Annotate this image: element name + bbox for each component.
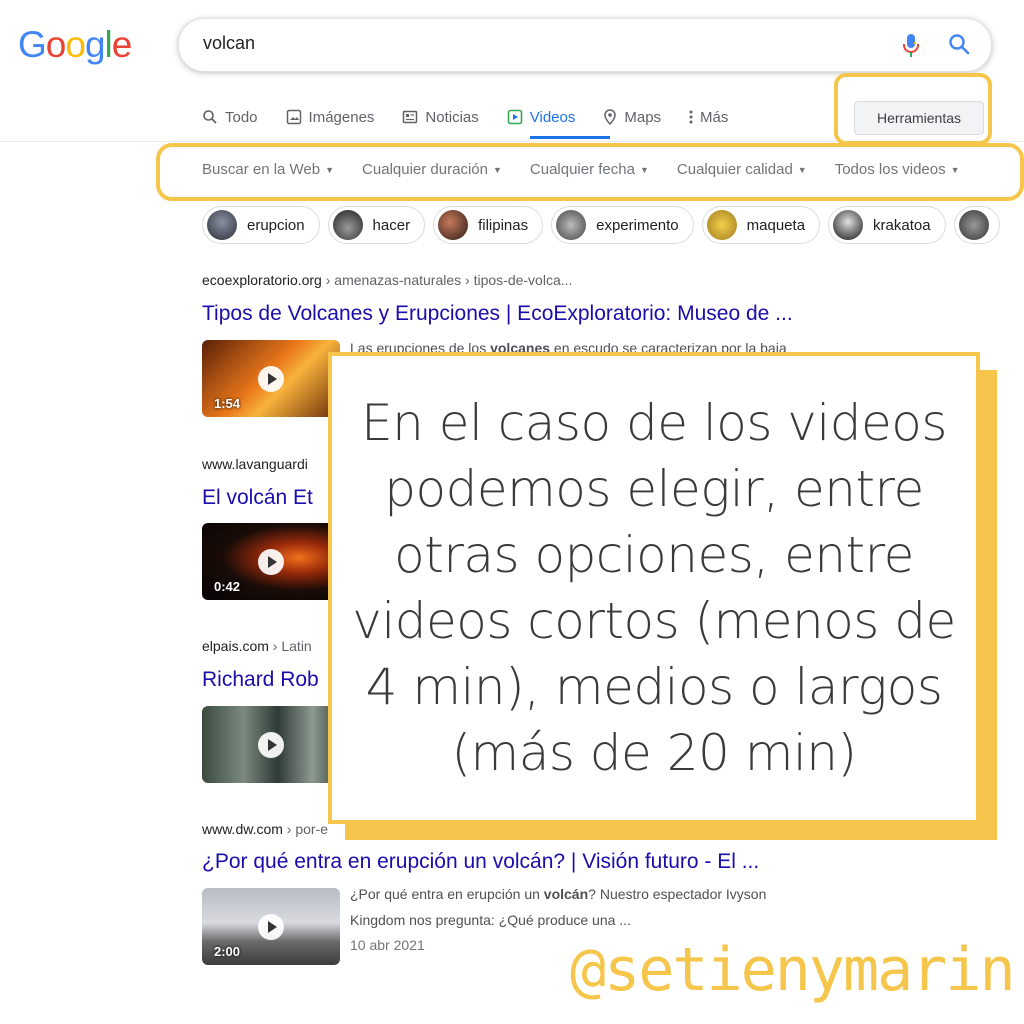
tab-noticias[interactable]: Noticias [402,106,479,128]
tab-todo[interactable]: Todo [202,106,258,128]
result-domain: elpais.com [202,638,269,654]
video-duration: 1:54 [214,396,241,411]
more-vertical-icon [689,110,693,124]
video-thumbnail[interactable] [202,706,340,783]
result-path: › por-e [282,821,329,837]
map-pin-icon [604,109,617,125]
search-tabs: Todo Imágenes Noticias Videos Maps Más [202,106,756,128]
result-snippet: ¿Por qué entra en erupción un volcán? Nu… [350,881,850,933]
google-logo[interactable]: Google [18,24,133,66]
related-chips: erupcion hacer filipinas experimento maq… [202,206,1000,244]
video-thumbnail[interactable]: 0:42 [202,523,340,600]
highlight-frame-filters [156,143,1024,201]
result-citation: elpais.com › Latin [202,638,312,654]
result-title-link[interactable]: ¿Por qué entra en erupción un volcán? | … [202,850,759,874]
tab-label: Maps [624,108,662,126]
snippet-text: ? Nuestro espectador Ivyson [588,886,767,902]
chip-thumbnail [833,210,864,240]
microphone-icon[interactable] [899,32,923,58]
logo-letter: g [84,24,106,65]
chip-label: maqueta [746,216,806,234]
result-domain: www.dw.com [202,821,283,837]
search-icon[interactable] [947,32,971,56]
chip-label: krakatoa [873,216,931,234]
chip-hacer[interactable]: hacer [327,206,426,244]
result-title-link[interactable]: Richard Rob [202,668,319,692]
tab-maps[interactable]: Maps [603,106,661,128]
result-citation: www.dw.com › por-e [202,821,328,837]
highlight-frame-tools [834,73,992,145]
chip-label: erupcion [247,216,305,234]
tab-videos[interactable]: Videos [507,106,576,128]
search-input[interactable]: volcan [203,33,255,54]
logo-letter: l [104,24,113,65]
chip-thumbnail [958,210,989,240]
chip-krakatoa[interactable]: krakatoa [828,206,946,244]
tab-imagenes[interactable]: Imágenes [286,106,375,128]
chip-thumbnail [706,210,737,240]
tab-label: Más [700,108,729,126]
active-tab-indicator [530,136,610,139]
play-icon [258,366,284,392]
tab-label: Todo [225,108,258,126]
overlay-card: En el caso de los videos podemos elegir,… [328,352,980,824]
snippet-text: Kingdom nos pregunta: ¿Qué produce una .… [350,912,631,928]
result-title-link[interactable]: Tipos de Volcanes y Erupciones | EcoExpl… [202,302,793,326]
author-handle: @setienymarin [570,935,1016,1005]
chip-partial[interactable] [953,206,1000,244]
chip-label: hacer [372,216,411,234]
overlay-caption: En el caso de los videos podemos elegir,… [352,394,956,782]
tab-label: Noticias [425,108,479,126]
video-icon [507,109,523,125]
video-thumbnail[interactable]: 2:00 [202,888,340,965]
chip-label: experimento [596,216,679,234]
news-icon [403,110,418,124]
video-thumbnail[interactable]: 1:54 [202,340,340,417]
chip-erupcion[interactable]: erupcion [202,206,320,244]
logo-letter: e [111,24,133,65]
play-icon [258,549,284,575]
result-citation: www.lavanguardi [202,456,308,472]
image-icon [286,109,301,125]
snippet-text: ¿Por qué entra en erupción un [350,886,544,902]
logo-letter: G [18,24,47,65]
logo-letter: o [45,24,67,65]
search-icon [203,110,217,124]
result-domain: www.lavanguardi [202,456,308,472]
result-citation: ecoexploratorio.org › amenazas-naturales… [202,272,572,288]
chip-maqueta[interactable]: maqueta [701,206,821,244]
chip-thumbnail [556,210,587,240]
result-date: 10 abr 2021 [350,937,425,953]
chip-filipinas[interactable]: filipinas [433,206,544,244]
video-duration: 2:00 [214,944,241,959]
logo-letter: o [65,24,86,65]
search-bar[interactable]: volcan [178,18,992,72]
play-icon [258,914,284,940]
result-path: › Latin [268,638,312,654]
result-title-link[interactable]: El volcán Et [202,486,313,510]
snippet-keyword: volcán [543,886,589,902]
result-path: › amenazas-naturales › tipos-de-volca... [321,272,573,288]
video-duration: 0:42 [214,579,241,594]
tab-label: Videos [529,108,576,126]
tab-mas[interactable]: Más [689,106,728,128]
tab-label: Imágenes [308,108,375,126]
play-icon [258,732,284,758]
chip-thumbnail [438,210,469,240]
chip-experimento[interactable]: experimento [551,206,694,244]
chip-label: filipinas [478,216,529,234]
chip-thumbnail [332,210,363,240]
result-domain: ecoexploratorio.org [202,272,322,288]
chip-thumbnail [207,210,237,240]
